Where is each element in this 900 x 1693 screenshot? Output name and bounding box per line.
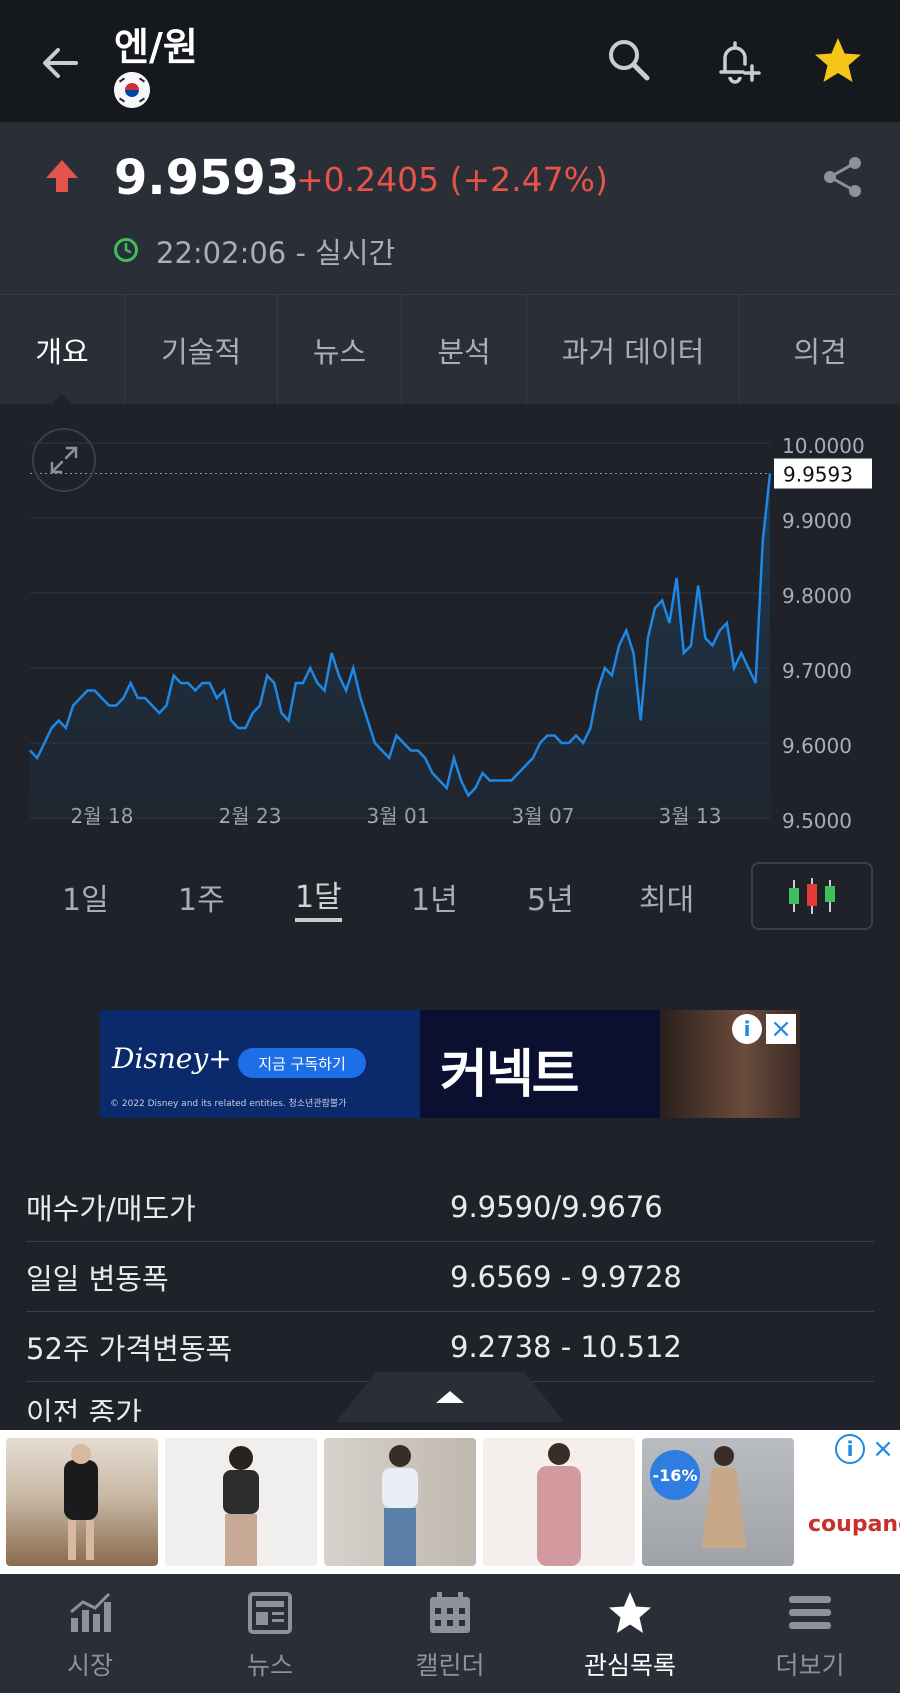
candlestick-icon bbox=[789, 878, 835, 914]
nav-watchlist[interactable]: 관심목록 bbox=[540, 1574, 720, 1693]
range-5year[interactable]: 5년 bbox=[527, 855, 574, 939]
calendar-icon bbox=[430, 1592, 470, 1633]
quote-panel: 9.9593 +0.2405 (+2.47%) 22:02:06 - 실시간 bbox=[0, 122, 900, 294]
y-tick-label: 9.8000 bbox=[782, 584, 852, 608]
tab-historical-data[interactable]: 과거 데이터 bbox=[527, 295, 740, 405]
collapse-toggle-button[interactable] bbox=[336, 1372, 564, 1422]
discount-badge: -16% bbox=[650, 1450, 700, 1500]
ad-product-image[interactable] bbox=[165, 1438, 317, 1566]
south-korea-flag-icon bbox=[114, 72, 150, 108]
tab-analysis[interactable]: 분석 bbox=[402, 295, 527, 405]
ad-product-image[interactable]: -16% bbox=[642, 1438, 794, 1566]
menu-icon bbox=[789, 1596, 831, 1629]
nav-more[interactable]: 더보기 bbox=[720, 1574, 900, 1693]
ad-close-icon[interactable]: × bbox=[766, 1014, 796, 1044]
ad-show-title: 커넥트 bbox=[440, 1045, 580, 1105]
y-tick-label: 10.0000 bbox=[782, 434, 865, 458]
tab-opinion[interactable]: 의견 bbox=[740, 295, 900, 405]
nav-news[interactable]: 뉴스 bbox=[180, 1574, 360, 1693]
expand-icon bbox=[50, 446, 78, 474]
y-tick-label: 9.7000 bbox=[782, 659, 852, 683]
ad-brand-panel: Disney+ 지금 구독하기 © 2022 Disney and its re… bbox=[100, 1010, 420, 1118]
price-up-arrow-icon bbox=[46, 160, 78, 192]
nav-label: 뉴스 bbox=[246, 1651, 293, 1680]
tab-technical[interactable]: 기술적 bbox=[125, 295, 278, 405]
ad-info-icon[interactable]: i bbox=[835, 1434, 865, 1464]
current-price: 9.9593 bbox=[114, 150, 300, 206]
disney-plus-banner-ad[interactable]: Disney+ 지금 구독하기 © 2022 Disney and its re… bbox=[100, 1010, 800, 1118]
search-icon[interactable] bbox=[603, 34, 655, 86]
share-icon[interactable] bbox=[820, 154, 866, 200]
stat-label: 52주 가격변동폭 bbox=[26, 1331, 233, 1366]
price-chart[interactable]: 10.00009.90009.80009.70009.60009.50002월 … bbox=[0, 404, 900, 844]
tab-overview[interactable]: 개요 bbox=[0, 295, 125, 406]
chart-icon bbox=[70, 1592, 111, 1632]
range-1year[interactable]: 1년 bbox=[411, 855, 458, 939]
nav-calendar[interactable]: 캘린더 bbox=[360, 1574, 540, 1693]
table-row: 매수가/매도가 9.9590/9.9676 bbox=[26, 1172, 874, 1242]
range-1month[interactable]: 1달 bbox=[295, 855, 342, 939]
add-alert-bell-icon[interactable] bbox=[711, 34, 763, 86]
stat-value: 9.2738 - 10.512 bbox=[450, 1329, 682, 1364]
stat-value: 9.6569 - 9.9728 bbox=[450, 1259, 682, 1294]
nav-label: 관심목록 bbox=[583, 1651, 676, 1680]
coupang-banner-ad[interactable]: -16% i × coupang bbox=[0, 1430, 900, 1574]
ad-product-image[interactable] bbox=[324, 1438, 476, 1566]
last-price-label: 9.9593 bbox=[783, 463, 853, 487]
chart-area-fill bbox=[30, 473, 770, 818]
range-label: 1주 bbox=[178, 883, 225, 918]
ad-subscribe-button[interactable]: 지금 구독하기 bbox=[238, 1048, 366, 1078]
section-tabs: 개요 기술적 뉴스 분석 과거 데이터 의견 bbox=[0, 294, 900, 406]
realtime-clock-icon bbox=[114, 238, 138, 262]
back-arrow-icon[interactable] bbox=[36, 38, 86, 88]
stat-value: 9.9590/9.9676 bbox=[450, 1189, 663, 1224]
news-icon bbox=[248, 1592, 292, 1634]
stat-label: 매수가/매도가 bbox=[26, 1191, 196, 1226]
table-row: 일일 변동폭 9.6569 - 9.9728 bbox=[26, 1242, 874, 1312]
stat-label: 일일 변동폭 bbox=[26, 1261, 169, 1296]
range-label: 1달 bbox=[295, 872, 342, 922]
ad-brand-logo: Disney+ bbox=[112, 1042, 232, 1075]
range-label: 5년 bbox=[527, 883, 574, 918]
tab-news[interactable]: 뉴스 bbox=[278, 295, 402, 405]
range-1week[interactable]: 1주 bbox=[178, 855, 225, 939]
page-title: 엔/원 bbox=[114, 25, 198, 69]
watchlist-star-icon[interactable] bbox=[810, 34, 866, 90]
bottom-navigation: 시장 뉴스 캘린더 관심목록 더보기 bbox=[0, 1574, 900, 1693]
quote-timestamp: 22:02:06 - 실시간 bbox=[156, 236, 396, 270]
y-tick-label: 9.9000 bbox=[782, 509, 852, 533]
ad-info-icon[interactable]: i bbox=[732, 1014, 762, 1044]
price-change: +0.2405 (+2.47%) bbox=[296, 160, 608, 199]
y-tick-label: 9.5000 bbox=[782, 809, 852, 833]
nav-markets[interactable]: 시장 bbox=[0, 1574, 180, 1693]
top-bar: 엔/원 bbox=[0, 0, 900, 122]
range-label: 1일 bbox=[62, 883, 109, 918]
nav-label: 더보기 bbox=[775, 1651, 845, 1680]
range-label: 최대 bbox=[639, 883, 695, 918]
ad-product-image[interactable] bbox=[483, 1438, 635, 1566]
range-max[interactable]: 최대 bbox=[639, 855, 694, 939]
coupang-logo: coupang bbox=[808, 1512, 900, 1537]
nav-label: 캘린더 bbox=[415, 1651, 485, 1680]
ad-close-icon[interactable]: × bbox=[868, 1434, 898, 1464]
ad-product-image[interactable] bbox=[6, 1438, 158, 1566]
nav-label: 시장 bbox=[66, 1651, 113, 1680]
candlestick-toggle-button[interactable] bbox=[751, 862, 873, 930]
range-1day[interactable]: 1일 bbox=[62, 855, 109, 939]
range-label: 1년 bbox=[411, 883, 458, 918]
expand-chart-button[interactable] bbox=[32, 428, 96, 492]
star-icon bbox=[609, 1592, 651, 1633]
ad-copyright: © 2022 Disney and its related entities. … bbox=[110, 1099, 347, 1109]
y-tick-label: 9.6000 bbox=[782, 734, 852, 758]
